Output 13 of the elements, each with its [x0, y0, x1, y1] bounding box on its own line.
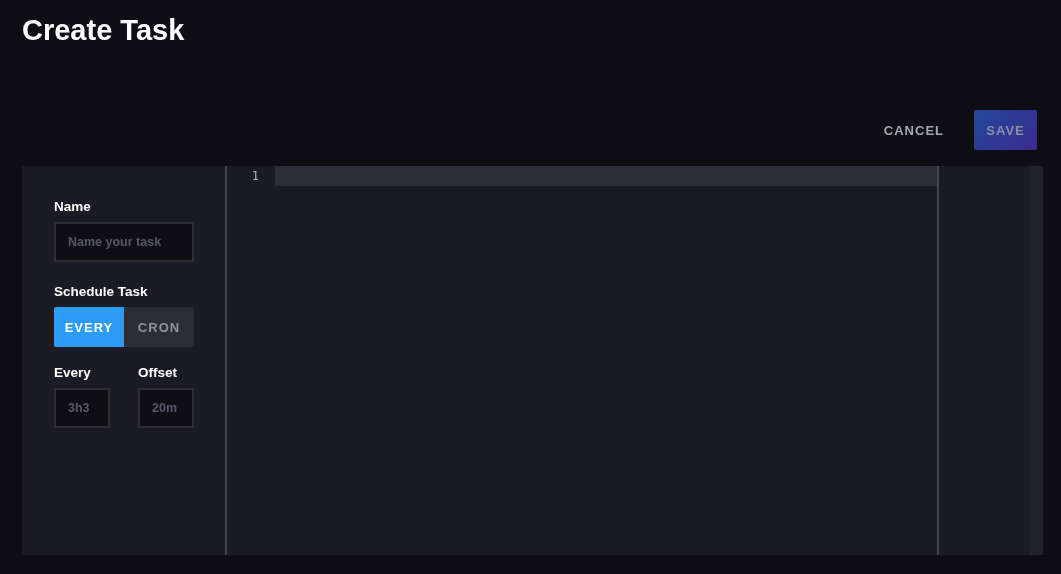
schedule-tab[interactable]: EVERY	[54, 307, 124, 347]
field-label: Offset	[138, 365, 178, 380]
page-title: Create Task	[22, 14, 185, 48]
field-label: Name	[54, 199, 92, 214]
field-label: Every	[54, 365, 92, 380]
name-input[interactable]: Name your task	[54, 222, 194, 262]
cancel-button[interactable]: CANCEL	[873, 114, 954, 146]
field-label: Schedule Task	[54, 284, 149, 299]
schedule-tab[interactable]: CRON	[124, 307, 194, 347]
text-input[interactable]: 20m	[138, 388, 194, 428]
text-input[interactable]: 3h3	[54, 388, 110, 428]
code-editor[interactable]: 1	[227, 166, 939, 555]
line-number: 1	[250, 168, 259, 185]
